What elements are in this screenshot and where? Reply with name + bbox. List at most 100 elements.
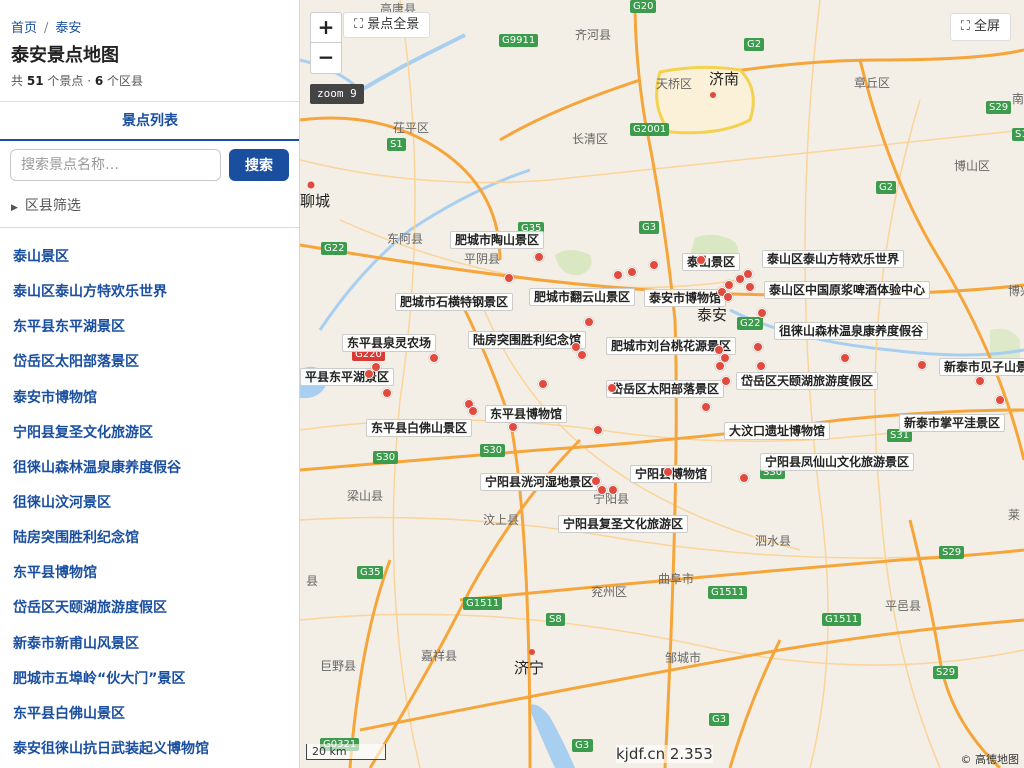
breadcrumb-home[interactable]: 首页 <box>11 21 37 36</box>
poi-marker[interactable] <box>757 308 767 318</box>
place-label: 博兴 <box>1008 284 1024 298</box>
poi-label[interactable]: 大汶口遗址博物馆 <box>724 422 831 440</box>
poi-marker[interactable] <box>696 255 706 265</box>
spot-list-item[interactable]: 东平县白佛山景区 <box>0 697 299 732</box>
poi-marker[interactable] <box>608 485 618 495</box>
poi-marker[interactable] <box>429 353 439 363</box>
poi-marker[interactable] <box>584 317 594 327</box>
search-button[interactable]: 搜索 <box>229 149 289 181</box>
poi-label[interactable]: 新泰市见子山景区 <box>939 358 1024 376</box>
poi-label[interactable]: 岱岳区太阳部落景区 <box>606 380 725 398</box>
poi-marker[interactable] <box>840 353 850 363</box>
poi-marker[interactable] <box>756 361 766 371</box>
search-input[interactable] <box>10 149 221 181</box>
poi-marker[interactable] <box>538 379 548 389</box>
poi-marker[interactable] <box>753 342 763 352</box>
poi-marker[interactable] <box>534 252 544 262</box>
count-prefix: 共 <box>11 74 24 88</box>
spot-list-item[interactable]: 新泰市新甫山风景区 <box>0 627 299 662</box>
breadcrumb-current[interactable]: 泰安 <box>55 21 81 36</box>
poi-label[interactable]: 肥城市陶山景区 <box>450 231 545 249</box>
poi-label[interactable]: 泰山区泰山方特欢乐世界 <box>762 250 905 268</box>
district-count-value: 6 <box>94 74 104 88</box>
poi-marker[interactable] <box>721 376 731 386</box>
poi-marker[interactable] <box>627 267 637 277</box>
poi-marker[interactable] <box>739 473 749 483</box>
poi-marker[interactable] <box>715 361 725 371</box>
spot-list-item[interactable]: 岱岳区太阳部落景区 <box>0 345 299 380</box>
city-label: 济宁 <box>514 659 545 677</box>
spot-list-item[interactable]: 岱岳区天颐湖旅游度假区 <box>0 591 299 626</box>
poi-label[interactable]: 东平县白佛山景区 <box>366 419 473 437</box>
poi-label[interactable]: 岱岳区天颐湖旅游度假区 <box>736 372 879 390</box>
poi-label[interactable]: 泰山景区 <box>682 253 741 271</box>
poi-label[interactable]: 宁阳县复圣文化旅游区 <box>558 515 689 533</box>
spot-list-item[interactable]: 徂徕山森林温泉康养度假谷 <box>0 451 299 486</box>
zoom-out-button[interactable]: − <box>311 43 341 73</box>
poi-marker[interactable] <box>607 383 617 393</box>
place-label: 兖州区 <box>591 585 628 599</box>
poi-label[interactable]: 东平县泉灵农场 <box>342 334 437 352</box>
poi-marker[interactable] <box>382 388 392 398</box>
poi-marker[interactable] <box>577 350 587 360</box>
poi-marker[interactable] <box>663 467 673 477</box>
spot-list-item[interactable]: 陆房突围胜利纪念馆 <box>0 521 299 556</box>
spot-list-item[interactable]: 东平县博物馆 <box>0 556 299 591</box>
poi-label[interactable]: 徂徕山森林温泉康养度假谷 <box>774 322 929 340</box>
spot-list-item[interactable]: 徂徕山汶河景区 <box>0 486 299 521</box>
divider <box>0 227 299 228</box>
poi-marker[interactable] <box>613 270 623 280</box>
spot-list-item[interactable]: 东平县东平湖景区 <box>0 310 299 345</box>
tab-spot-list[interactable]: 景点列表 <box>0 101 299 141</box>
poi-label[interactable]: 东平县博物馆 <box>485 405 568 423</box>
spot-list-item[interactable]: 宁阳县复圣文化旅游区 <box>0 416 299 451</box>
road-shield: G3 <box>639 221 660 234</box>
poi-marker[interactable] <box>504 273 514 283</box>
spot-list-item[interactable]: 泰山区泰山方特欢乐世界 <box>0 275 299 310</box>
poi-label[interactable]: 新泰市掌平洼景区 <box>899 414 1006 432</box>
poi-marker[interactable] <box>468 406 478 416</box>
map-view[interactable]: 济南 泰安 济宁 聊城 高唐县 齐河县 天桥区 章丘区 茌平区 长清区 博山区 东阿县 平阴县 梁山县 汶上… <box>300 0 1024 768</box>
poi-marker[interactable] <box>723 292 733 302</box>
poi-marker[interactable] <box>597 485 607 495</box>
poi-label[interactable]: 宁阳县洸河湿地景区 <box>480 473 599 491</box>
place-label: 莱 <box>1008 508 1021 522</box>
poi-label[interactable]: 肥城市石横特钢景区 <box>395 293 514 311</box>
fullscreen-button[interactable]: ⛶ 全屏 <box>949 13 1011 41</box>
poi-marker[interactable] <box>917 360 927 370</box>
place-label: 泗水县 <box>755 534 792 548</box>
scale-bar: 20 km <box>306 744 386 760</box>
poi-marker[interactable] <box>701 402 711 412</box>
zoom-control: + − <box>310 12 342 74</box>
poi-marker[interactable] <box>364 369 374 379</box>
poi-marker[interactable] <box>593 425 603 435</box>
poi-label[interactable]: 平县东平湖景区 <box>300 368 395 386</box>
place-label: 章丘区 <box>854 76 891 90</box>
road-shield: G1511 <box>822 613 862 626</box>
poi-marker[interactable] <box>649 260 659 270</box>
spot-list-item[interactable]: 泰安市博物馆 <box>0 381 299 416</box>
spot-list-item[interactable]: 泰山景区 <box>0 240 299 275</box>
poi-label[interactable]: 宁阳县凤仙山文化旅游景区 <box>760 453 915 471</box>
poi-marker[interactable] <box>975 376 985 386</box>
road-shield: G1511 <box>463 597 503 610</box>
road-shield: G2 <box>876 181 897 194</box>
zoom-in-button[interactable]: + <box>311 13 341 43</box>
poi-marker[interactable] <box>508 422 518 432</box>
poi-marker[interactable] <box>745 282 755 292</box>
watermark: kjdf.cn 2.353 <box>616 745 713 763</box>
place-label: 邹城市 <box>665 651 702 665</box>
poi-label[interactable]: 陆房突围胜利纪念馆 <box>468 331 587 349</box>
poi-marker[interactable] <box>995 395 1005 405</box>
poi-marker[interactable] <box>743 269 753 279</box>
spot-list-item[interactable]: 肥城市五埠岭“伙大门”景区 <box>0 662 299 697</box>
poi-label[interactable]: 泰山区中国原浆啤酒体验中心 <box>764 281 931 299</box>
road-shield: G2001 <box>630 123 670 136</box>
place-label: 梁山县 <box>347 489 384 503</box>
full-view-button[interactable]: ⛶ 景点全景 <box>343 12 431 38</box>
spot-list-item[interactable]: 泰安徂徕山抗日武装起义博物馆 <box>0 732 299 767</box>
road-shield: G35 <box>357 566 384 579</box>
poi-label[interactable]: 泰安市博物馆 <box>644 289 727 307</box>
poi-label[interactable]: 肥城市翻云山景区 <box>529 288 636 306</box>
district-filter-toggle[interactable]: ▶ 区县筛选 <box>11 195 81 215</box>
